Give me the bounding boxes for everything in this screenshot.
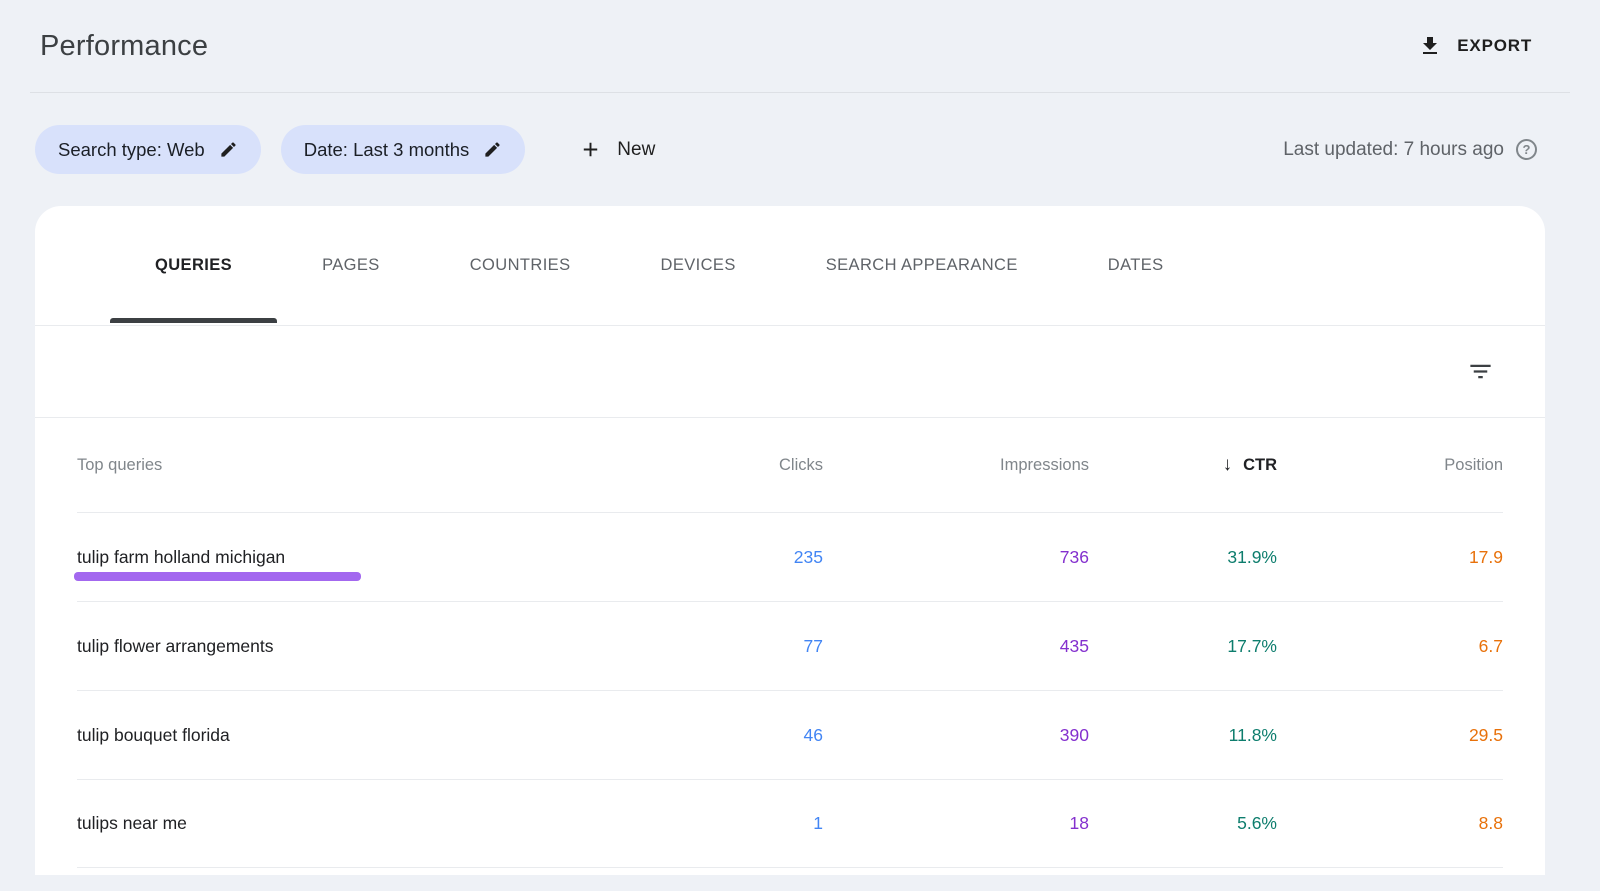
table-row[interactable]: tulip farm holland michigan 235 736 31.9… <box>77 512 1503 601</box>
table-row[interactable]: tulip flower arrangements 77 435 17.7% 6… <box>77 601 1503 690</box>
plus-icon <box>579 138 602 161</box>
column-header-ctr-label: CTR <box>1243 456 1277 475</box>
queries-table: Top queries Clicks Impressions ↓ CTR Pos… <box>35 418 1545 868</box>
page-title: Performance <box>40 30 208 63</box>
search-type-chip-label: Search type: Web <box>58 139 205 161</box>
position-value: 17.9 <box>1277 547 1503 568</box>
table-header-row: Top queries Clicks Impressions ↓ CTR Pos… <box>77 418 1503 512</box>
ctr-value: 5.6% <box>1089 813 1277 834</box>
new-filter-label: New <box>617 139 655 161</box>
tab-devices-label: DEVICES <box>661 256 736 275</box>
column-header-ctr[interactable]: ↓ CTR <box>1089 454 1277 476</box>
tab-countries-label: COUNTRIES <box>470 256 571 275</box>
download-icon <box>1418 34 1442 58</box>
query-cell[interactable]: tulips near me <box>77 813 663 834</box>
clicks-value: 1 <box>663 813 823 834</box>
last-updated-text: Last updated: 7 hours ago <box>1283 139 1504 161</box>
help-icon[interactable]: ? <box>1516 139 1537 160</box>
search-type-chip[interactable]: Search type: Web <box>35 125 261 174</box>
impressions-value: 736 <box>823 547 1089 568</box>
impressions-value: 390 <box>823 725 1089 746</box>
table-row[interactable]: tulip bouquet florida 46 390 11.8% 29.5 <box>77 690 1503 779</box>
table-row[interactable]: tulips near me 1 18 5.6% 8.8 <box>77 779 1503 868</box>
table-toolbar <box>35 326 1545 417</box>
last-updated: Last updated: 7 hours ago ? <box>1283 139 1537 161</box>
position-value: 29.5 <box>1277 725 1503 746</box>
active-tab-indicator <box>110 318 277 323</box>
ctr-value: 17.7% <box>1089 636 1277 657</box>
report-card: QUERIES PAGES COUNTRIES DEVICES SEARCH A… <box>35 206 1545 875</box>
filter-rows-button[interactable] <box>1457 349 1503 395</box>
tab-dates-label: DATES <box>1108 256 1164 275</box>
sort-descending-icon: ↓ <box>1223 454 1233 476</box>
query-text: tulip flower arrangements <box>77 636 273 656</box>
tab-search-appearance[interactable]: SEARCH APPEARANCE <box>781 206 1063 325</box>
clicks-value: 46 <box>663 725 823 746</box>
page-header: Performance EXPORT Search type: Web Date… <box>0 0 1600 206</box>
tab-search-appearance-label: SEARCH APPEARANCE <box>826 256 1018 275</box>
date-filter-chip-label: Date: Last 3 months <box>304 139 470 161</box>
export-label: EXPORT <box>1457 36 1532 56</box>
clicks-value: 77 <box>663 636 823 657</box>
filter-icon <box>1467 358 1494 385</box>
tab-devices[interactable]: DEVICES <box>616 206 781 325</box>
position-value: 8.8 <box>1277 813 1503 834</box>
tab-pages-label: PAGES <box>322 256 380 275</box>
query-text: tulip bouquet florida <box>77 725 230 745</box>
ctr-value: 11.8% <box>1089 725 1277 746</box>
query-cell[interactable]: tulip farm holland michigan <box>77 547 663 568</box>
column-header-top-queries[interactable]: Top queries <box>77 456 663 475</box>
tab-bar: QUERIES PAGES COUNTRIES DEVICES SEARCH A… <box>35 206 1545 325</box>
tab-queries-label: QUERIES <box>155 256 232 275</box>
filter-bar: Search type: Web Date: Last 3 months New… <box>30 93 1570 206</box>
query-text: tulips near me <box>77 813 187 833</box>
tab-countries[interactable]: COUNTRIES <box>425 206 616 325</box>
query-cell[interactable]: tulip flower arrangements <box>77 636 663 657</box>
tab-pages[interactable]: PAGES <box>277 206 425 325</box>
clicks-value: 235 <box>663 547 823 568</box>
export-button[interactable]: EXPORT <box>1418 34 1532 58</box>
edit-pencil-icon <box>483 140 502 159</box>
new-filter-button[interactable]: New <box>579 138 655 161</box>
query-text: tulip farm holland michigan <box>77 547 285 567</box>
tab-dates[interactable]: DATES <box>1063 206 1209 325</box>
impressions-value: 435 <box>823 636 1089 657</box>
date-filter-chip[interactable]: Date: Last 3 months <box>281 125 526 174</box>
column-header-position[interactable]: Position <box>1277 456 1503 475</box>
column-header-impressions[interactable]: Impressions <box>823 456 1089 475</box>
ctr-value: 31.9% <box>1089 547 1277 568</box>
impressions-value: 18 <box>823 813 1089 834</box>
tab-queries[interactable]: QUERIES <box>110 206 277 325</box>
edit-pencil-icon <box>219 140 238 159</box>
position-value: 6.7 <box>1277 636 1503 657</box>
annotation-highlight <box>74 572 361 581</box>
column-header-clicks[interactable]: Clicks <box>663 456 823 475</box>
query-cell[interactable]: tulip bouquet florida <box>77 725 663 746</box>
